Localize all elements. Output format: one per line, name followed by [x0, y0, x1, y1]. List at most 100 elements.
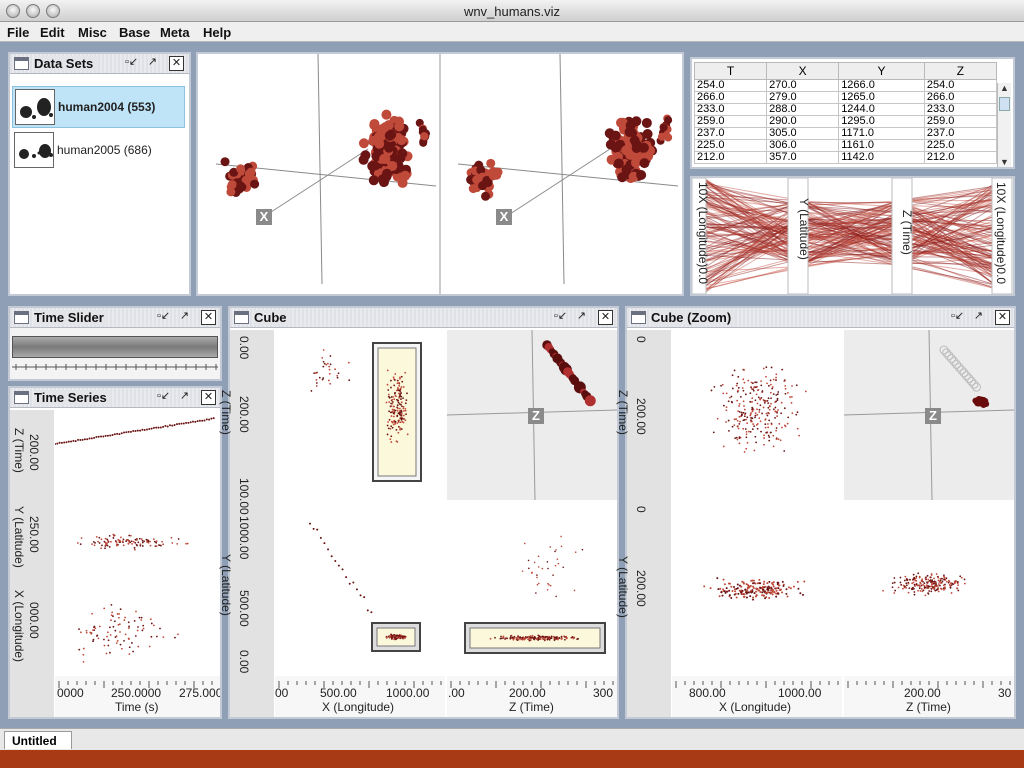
data-point: [106, 434, 109, 437]
minimize-icon[interactable]: ▫↙: [156, 390, 171, 405]
data-point: [560, 545, 563, 548]
table-cell[interactable]: 1295.0: [838, 115, 925, 128]
table-row[interactable]: 266.0 279.0 1265.0 266.0: [693, 91, 998, 104]
minimize-icon[interactable]: ▫↙: [156, 310, 171, 325]
data-point: [124, 616, 126, 619]
cube-3d-view[interactable]: Z: [447, 330, 617, 500]
close-icon[interactable]: ✕: [201, 390, 216, 405]
table-cell[interactable]: 237.0: [693, 127, 768, 140]
data-point: [180, 422, 183, 425]
table-cell[interactable]: 1161.0: [838, 139, 925, 152]
data-point: [85, 629, 88, 632]
datasets-header[interactable]: Data Sets ▫↙ ↗ ✕: [10, 54, 189, 74]
menu-file[interactable]: File: [7, 25, 29, 40]
cube-xz-plot[interactable]: [275, 330, 445, 500]
cube-xy-plot[interactable]: [275, 502, 445, 674]
table-header[interactable]: X: [766, 62, 840, 80]
table-cell[interactable]: 357.0: [766, 151, 840, 164]
maximize-icon[interactable]: ↗: [971, 310, 986, 325]
maximize-icon[interactable]: ↗: [574, 310, 589, 325]
table-cell[interactable]: 290.0: [766, 115, 840, 128]
table-cell[interactable]: 225.0: [693, 139, 768, 152]
table-cell[interactable]: 233.0: [923, 103, 998, 116]
data-table[interactable]: T X Y Z 254.0 270.0 1266.0 254.0 266.0 279.0 1…: [693, 62, 998, 164]
time-series-z-plot[interactable]: [55, 410, 220, 496]
cube-zoom-header[interactable]: Cube (Zoom) ▫↙ ↗ ✕: [627, 308, 1014, 328]
cube-zoom-xy-plot[interactable]: [672, 502, 842, 674]
parallel-coordinates-view[interactable]: 10X (Longitude)0.0 Y (Latitude) Z (Time)…: [690, 176, 1015, 296]
maximize-icon[interactable]: ↗: [145, 56, 160, 71]
stereo-3d-view[interactable]: X X: [196, 52, 684, 296]
maximize-icon[interactable]: ↗: [177, 310, 192, 325]
data-point: [509, 637, 512, 640]
close-icon[interactable]: ✕: [598, 310, 613, 325]
table-scrollbar[interactable]: ▲ ▼: [997, 83, 1011, 167]
menu-misc[interactable]: Misc: [78, 25, 107, 40]
minimize-icon[interactable]: ▫↙: [950, 310, 965, 325]
dataset-item-human2005[interactable]: human2005 (686): [12, 130, 185, 172]
time-slider-track[interactable]: [12, 336, 218, 358]
table-row[interactable]: 237.0 305.0 1171.0 237.0: [693, 127, 998, 140]
table-row[interactable]: 259.0 290.0 1295.0 259.0: [693, 115, 998, 128]
time-slider-header[interactable]: Time Slider ▫↙ ↗ ✕: [10, 308, 220, 328]
close-icon[interactable]: ✕: [201, 310, 216, 325]
data-point: [328, 365, 331, 368]
data-point: [510, 635, 512, 637]
time-series-header[interactable]: Time Series ▫↙ ↗ ✕: [10, 388, 220, 408]
table-cell[interactable]: 225.0: [923, 139, 998, 152]
table-cell[interactable]: 1171.0: [838, 127, 925, 140]
scroll-thumb[interactable]: [999, 97, 1010, 111]
table-row[interactable]: 233.0 288.0 1244.0 233.0: [693, 103, 998, 116]
menu-help[interactable]: Help: [203, 25, 231, 40]
table-cell[interactable]: 1142.0: [838, 151, 925, 164]
cube-zoom-zy-plot[interactable]: [844, 502, 1014, 674]
time-series-y-plot[interactable]: [55, 498, 220, 584]
table-cell[interactable]: 266.0: [923, 91, 998, 104]
table-cell[interactable]: 305.0: [766, 127, 840, 140]
table-cell[interactable]: 1244.0: [838, 103, 925, 116]
table-row[interactable]: 225.0 306.0 1161.0 225.0: [693, 139, 998, 152]
minimize-icon[interactable]: ▫↙: [124, 56, 139, 71]
table-cell[interactable]: 259.0: [693, 115, 768, 128]
dataset-item-human2004[interactable]: human2004 (553): [12, 86, 185, 128]
cube-zoom-3d-view[interactable]: Z: [844, 330, 1014, 500]
table-cell[interactable]: 254.0: [923, 79, 998, 92]
data-point: [776, 399, 779, 402]
table-row[interactable]: 212.0 357.0 1142.0 212.0: [693, 151, 998, 164]
data-point: [710, 389, 713, 392]
close-icon[interactable]: ✕: [169, 56, 184, 71]
menu-edit[interactable]: Edit: [40, 25, 65, 40]
table-header[interactable]: Y: [838, 62, 925, 80]
table-cell[interactable]: 212.0: [693, 151, 768, 164]
table-cell[interactable]: 1266.0: [838, 79, 925, 92]
menu-meta[interactable]: Meta: [160, 25, 190, 40]
maximize-icon[interactable]: ↗: [177, 390, 192, 405]
table-header[interactable]: T: [693, 62, 768, 80]
table-cell[interactable]: 279.0: [766, 91, 840, 104]
close-icon[interactable]: ✕: [995, 310, 1010, 325]
table-cell[interactable]: 233.0: [693, 103, 768, 116]
table-cell[interactable]: 237.0: [923, 127, 998, 140]
table-cell[interactable]: 270.0: [766, 79, 840, 92]
table-cell[interactable]: 1265.0: [838, 91, 925, 104]
table-cell[interactable]: 266.0: [693, 91, 768, 104]
scroll-down-icon[interactable]: ▼: [1000, 157, 1009, 167]
time-series-x-plot[interactable]: [55, 586, 220, 674]
data-point: [762, 367, 765, 370]
table-cell[interactable]: 254.0: [693, 79, 768, 92]
cube-zy-plot[interactable]: [447, 502, 617, 674]
data-point: [398, 407, 401, 410]
cube-zoom-xz-plot[interactable]: [672, 330, 842, 500]
table-row[interactable]: 254.0 270.0 1266.0 254.0: [693, 79, 998, 92]
table-cell[interactable]: 212.0: [923, 151, 998, 164]
table-header[interactable]: Z: [923, 62, 998, 80]
table-cell[interactable]: 306.0: [766, 139, 840, 152]
tab-untitled[interactable]: Untitled: [4, 731, 72, 749]
table-cell[interactable]: 288.0: [766, 103, 840, 116]
menu-base[interactable]: Base: [119, 25, 150, 40]
data-point: [790, 402, 793, 404]
scroll-up-icon[interactable]: ▲: [1000, 83, 1009, 93]
cube-header[interactable]: Cube ▫↙ ↗ ✕: [230, 308, 617, 328]
table-cell[interactable]: 259.0: [923, 115, 998, 128]
minimize-icon[interactable]: ▫↙: [553, 310, 568, 325]
